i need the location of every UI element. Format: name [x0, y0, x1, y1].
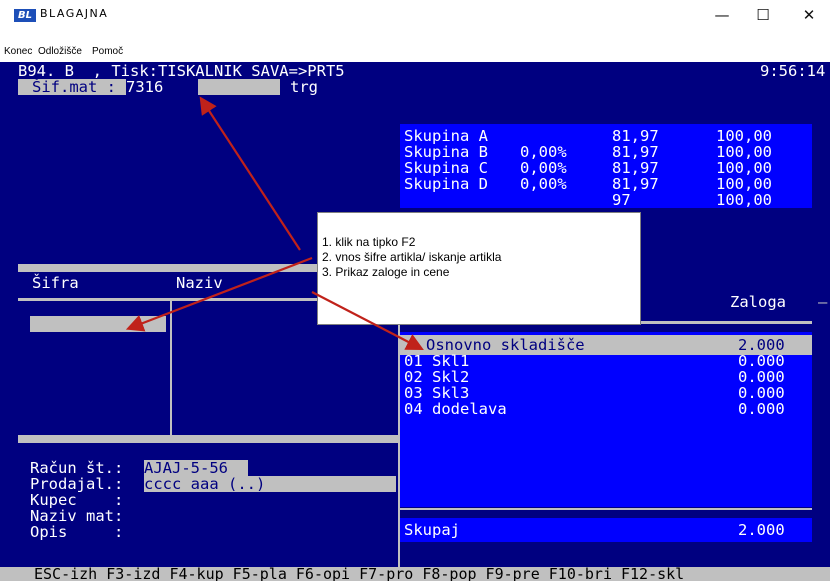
- group-val1: 97: [612, 191, 631, 209]
- stock-scroll-mark: —: [818, 293, 828, 311]
- stock-row-qty: 0.000: [738, 352, 785, 370]
- group-val1: 81,97: [612, 143, 659, 161]
- stock-total-rule: [400, 508, 812, 510]
- stock-row-name: Skl1: [432, 352, 470, 370]
- window-title: BLAGAJNA: [40, 7, 109, 20]
- stock-row-qty: 0.000: [738, 384, 785, 402]
- menu-konec[interactable]: Konec: [4, 46, 32, 57]
- group-val1: 81,97: [612, 127, 659, 145]
- group-pct: 0,00%: [520, 159, 567, 177]
- stock-total-value: 2.000: [738, 521, 785, 539]
- group-val2: 100,00: [716, 191, 772, 209]
- app-logo-icon: BL: [14, 9, 36, 22]
- kupec-label: Kupec :: [30, 491, 124, 509]
- stock-row-name: Skl2: [432, 368, 470, 386]
- stock-row-qty: 2.000: [738, 336, 785, 354]
- callout-step-3: 3. Prikaz zaloge in cene: [322, 265, 450, 279]
- minimize-button[interactable]: —: [702, 4, 742, 26]
- article-unit: trg: [290, 78, 318, 96]
- group-val2: 100,00: [716, 127, 772, 145]
- group-name: Skupina B: [404, 143, 488, 161]
- menu-bar: Konec Odložišče Pomoč: [0, 44, 830, 60]
- prodajal-label: Prodajal.:: [30, 475, 124, 493]
- callout-step-1: 1. klik na tipko F2: [322, 235, 416, 249]
- col-sifra-header: Šifra: [32, 274, 79, 292]
- menu-pomoc[interactable]: Pomoč: [92, 46, 123, 57]
- stock-row-code: 02: [404, 368, 423, 386]
- close-button[interactable]: ✕: [789, 4, 829, 26]
- group-pct: 0,00%: [520, 175, 567, 193]
- racun-label: Račun št.:: [30, 459, 124, 477]
- group-name: Skupina D: [404, 175, 488, 193]
- group-val2: 100,00: [716, 175, 772, 193]
- menu-odlozisce[interactable]: Odložišče: [38, 46, 82, 57]
- stock-row-code: 04: [404, 400, 423, 418]
- table-column-separator: [170, 301, 172, 435]
- window-titlebar: BL BLAGAJNA — ☐ ✕: [0, 0, 830, 30]
- article-label: Šif.mat :: [32, 78, 116, 96]
- function-keys-bar[interactable]: ESC-izh F3-izd F4-kup F5-pla F6-opi F7-p…: [0, 567, 830, 581]
- annotation-callout: 1. klik na tipko F2 2. vnos šifre artikl…: [317, 212, 641, 325]
- opis-label: Opis :: [30, 523, 124, 541]
- stock-total-label: Skupaj: [404, 521, 460, 539]
- stock-zaloga-header: Zaloga: [730, 293, 786, 311]
- group-name: Skupina C: [404, 159, 488, 177]
- group-val1: 81,97: [612, 159, 659, 177]
- stock-row-code: 03: [404, 384, 423, 402]
- stock-row-name: Skl3: [432, 384, 470, 402]
- prodajal-value[interactable]: cccc aaa (..): [144, 476, 396, 492]
- group-name: Skupina A: [404, 127, 488, 145]
- clock: 9:56:14: [760, 62, 826, 80]
- callout-step-2: 2. vnos šifre artikla/ iskanje artikla: [322, 250, 502, 264]
- sifra-input[interactable]: [30, 316, 166, 332]
- status-line: B94._B , Tisk:TISKALNIK SAVA=>PRT5: [18, 62, 345, 80]
- col-naziv-header: Naziv: [176, 274, 223, 292]
- stock-row-name: dodelava: [432, 400, 507, 418]
- divider-bottom: [18, 435, 400, 443]
- group-val1: 81,97: [612, 175, 659, 193]
- stock-row-code: 01: [404, 352, 423, 370]
- naziv-mat-label: Naziv mat:: [30, 507, 124, 525]
- group-pct: 0,00%: [520, 143, 567, 161]
- stock-row-name: Osnovno skladišče: [426, 336, 585, 354]
- article-code-input[interactable]: 7316: [126, 79, 198, 95]
- stock-row-qty: 0.000: [738, 368, 785, 386]
- group-val2: 100,00: [716, 143, 772, 161]
- stock-row-qty: 0.000: [738, 400, 785, 418]
- maximize-button[interactable]: ☐: [743, 4, 783, 26]
- racun-value[interactable]: AJAJ-5-56: [144, 460, 248, 476]
- group-val2: 100,00: [716, 159, 772, 177]
